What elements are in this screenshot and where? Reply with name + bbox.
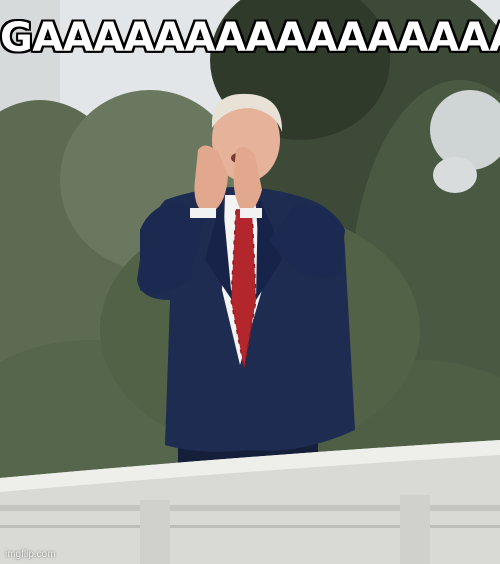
meme-caption: GAAAAAAAAAAAAAAAAY (0, 15, 500, 61)
photo (0, 0, 500, 564)
meme-image: GAAAAAAAAAAAAAAAAY imgflip.com (0, 0, 500, 564)
imgflip-watermark: imgflip.com (5, 549, 56, 560)
